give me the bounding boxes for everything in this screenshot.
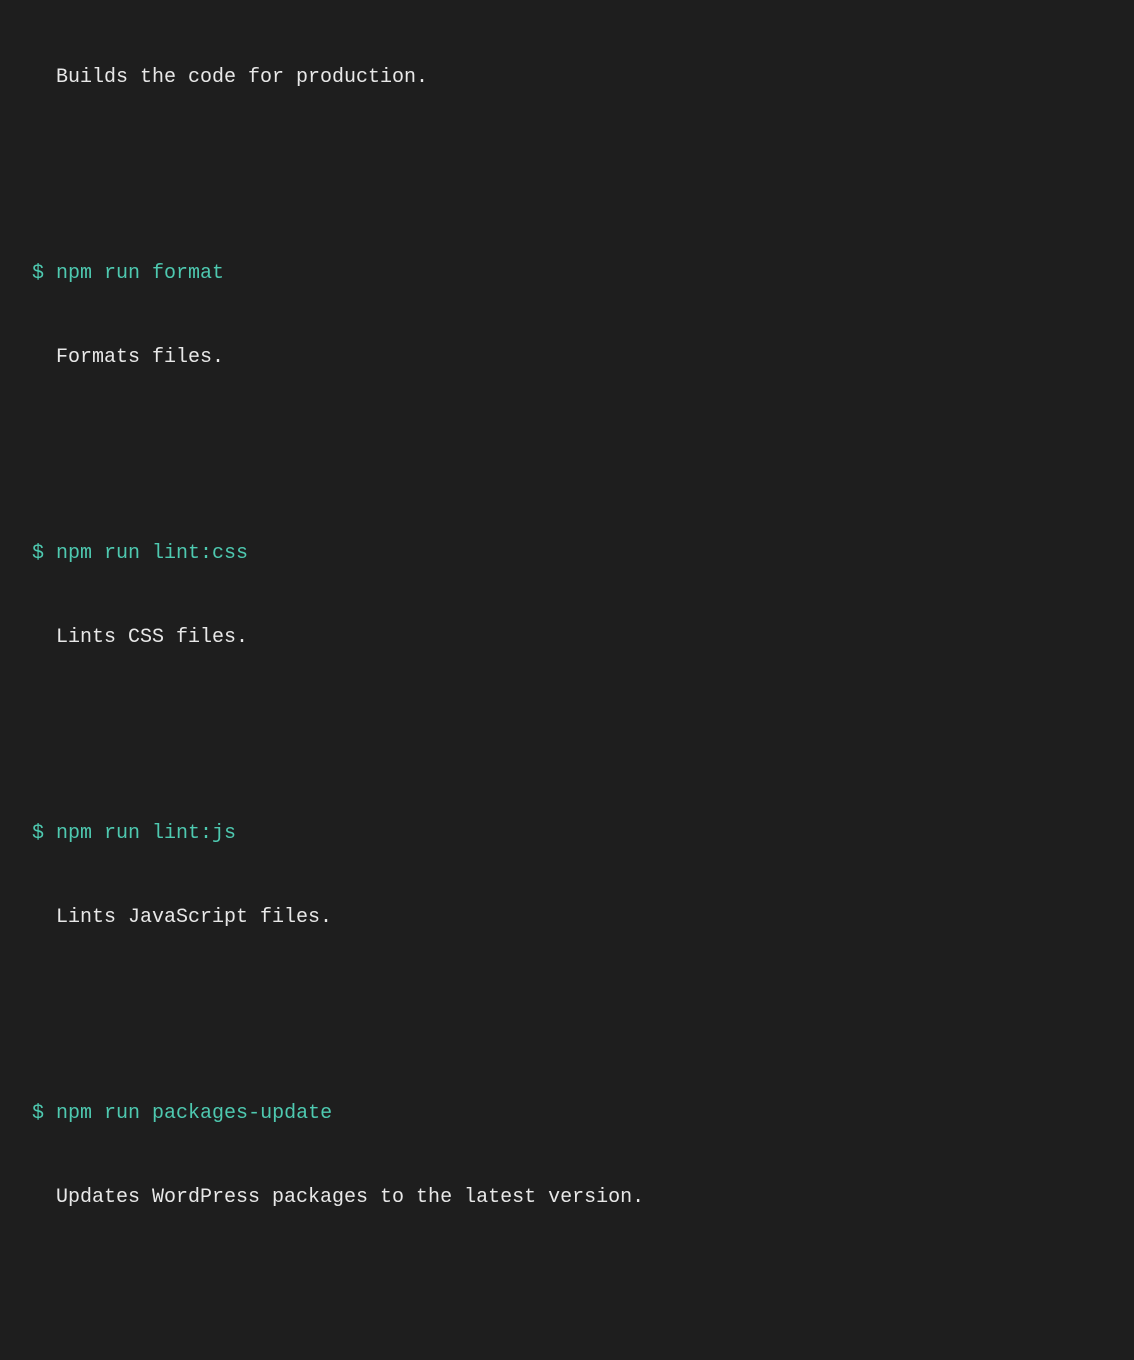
blank-line (8, 148, 1126, 176)
build-description: Builds the code for production. (8, 64, 1126, 92)
command-text: npm run packages-update (56, 1102, 332, 1125)
dollar-sign: $ (32, 822, 44, 845)
blank-line (8, 1268, 1126, 1296)
dollar-sign: $ (32, 262, 44, 285)
blank-line (8, 988, 1126, 1016)
dollar-sign: $ (32, 542, 44, 565)
command-description: Updates WordPress packages to the latest… (8, 1184, 1126, 1212)
command-text: npm run lint:js (56, 822, 236, 845)
terminal-output: Builds the code for production. $ npm ru… (8, 8, 1126, 1360)
command-text: npm run lint:css (56, 542, 248, 565)
dollar-sign: $ (32, 1102, 44, 1125)
command-line: $ npm run lint:js (8, 820, 1126, 848)
command-line: $ npm run lint:css (8, 540, 1126, 568)
command-description: Lints JavaScript files. (8, 904, 1126, 932)
command-description: Lints CSS files. (8, 624, 1126, 652)
command-description: Formats files. (8, 344, 1126, 372)
command-text: npm run format (56, 262, 224, 285)
blank-line (8, 708, 1126, 736)
command-line: $ npm run packages-update (8, 1100, 1126, 1128)
command-line: $ npm run format (8, 260, 1126, 288)
blank-line (8, 428, 1126, 456)
